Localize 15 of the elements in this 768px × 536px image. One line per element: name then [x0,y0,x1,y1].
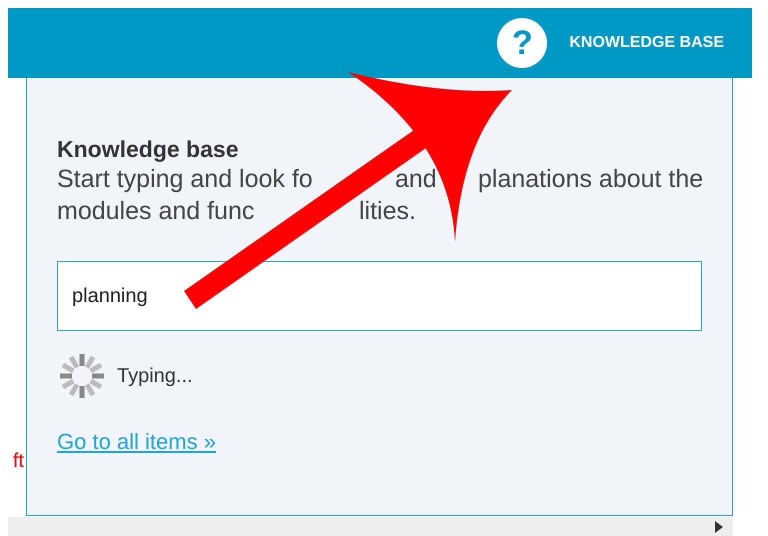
description-text: lities. [359,197,416,225]
description-text: and [395,165,437,193]
description-text: modules and func [57,197,254,225]
loading-spinner-icon [57,351,107,401]
description-text: Start typing and look fo [57,165,313,193]
status-text: Typing... [117,364,193,388]
horizontal-scrollbar[interactable] [8,517,733,536]
panel-heading: Knowledge base [57,136,240,163]
header-title[interactable]: KNOWLEDGE BASE [569,34,724,52]
search-field[interactable]: planning [57,261,702,331]
description-text: planations about the [478,165,704,193]
all-items-link[interactable]: Go to all items » [57,429,216,455]
background-text: ft [12,450,25,473]
scroll-right-icon[interactable] [715,521,723,533]
help-icon[interactable]: ? [497,18,548,68]
